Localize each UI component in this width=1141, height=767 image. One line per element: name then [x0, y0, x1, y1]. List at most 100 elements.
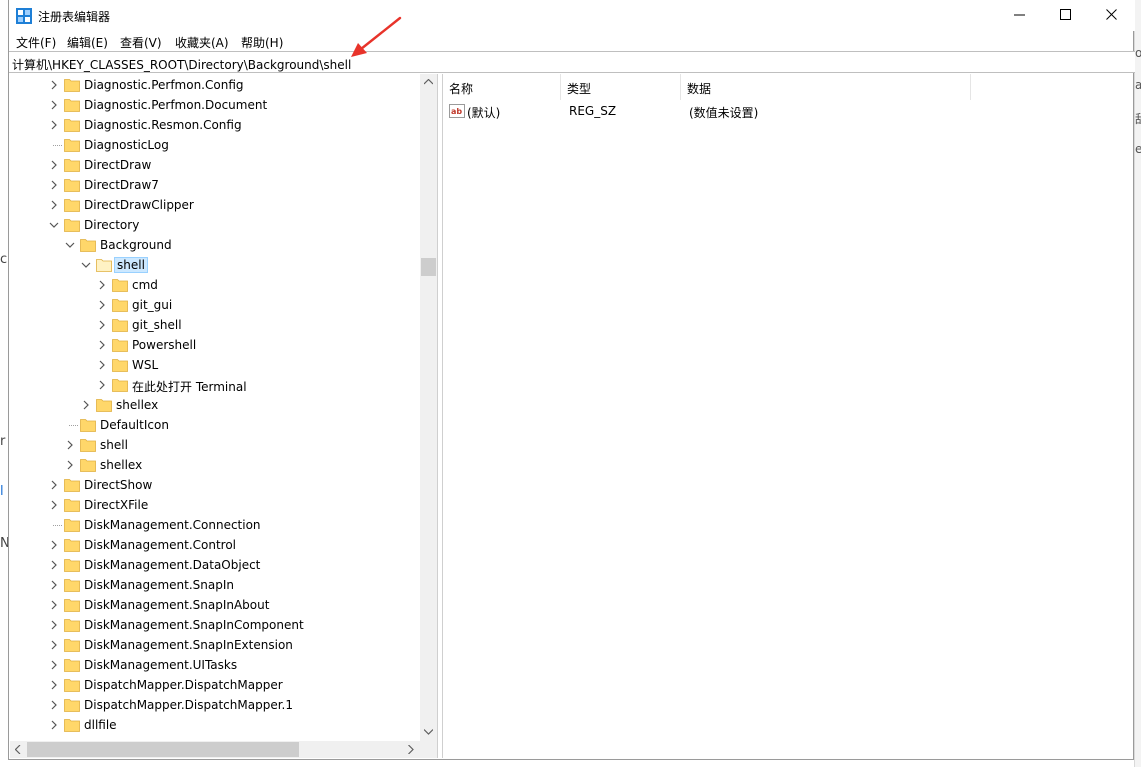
tree-item[interactable]: DiskManagement.SnapInComponent: [10, 615, 420, 635]
chevron-right-icon[interactable]: [49, 480, 59, 490]
chevron-right-icon[interactable]: [49, 120, 59, 130]
minimize-icon: [1014, 14, 1025, 16]
column-type-header[interactable]: 类型: [561, 74, 681, 100]
tree-item-label: DiagnosticLog: [84, 138, 169, 152]
menu-favorites[interactable]: 收藏夹(A): [175, 34, 229, 51]
chevron-right-icon[interactable]: [49, 180, 59, 190]
chevron-right-icon[interactable]: [81, 400, 91, 410]
tree-item[interactable]: DiskManagement.SnapIn: [10, 575, 420, 595]
chevron-right-icon[interactable]: [97, 340, 107, 350]
chevron-right-icon[interactable]: [97, 360, 107, 370]
chevron-right-icon[interactable]: [49, 540, 59, 550]
tree-item-label: DiskManagement.SnapInExtension: [84, 638, 293, 652]
tree-item[interactable]: 在此处打开 Terminal: [10, 375, 420, 395]
tree-item[interactable]: Powershell: [10, 335, 420, 355]
value-row[interactable]: ab (默认) REG_SZ (数值未设置): [443, 101, 1134, 121]
column-type-label: 类型: [567, 82, 592, 96]
tree-item[interactable]: DiagnosticLog: [10, 135, 420, 155]
tree-item[interactable]: Diagnostic.Resmon.Config: [10, 115, 420, 135]
chevron-right-icon[interactable]: [49, 560, 59, 570]
tree-vertical-scrollbar[interactable]: [420, 74, 437, 741]
minimize-button[interactable]: [997, 0, 1043, 31]
tree-item[interactable]: Diagnostic.Perfmon.Document: [10, 95, 420, 115]
tree-item[interactable]: DiskManagement.Control: [10, 535, 420, 555]
menu-view[interactable]: 查看(V): [120, 34, 162, 51]
tree-item[interactable]: git_gui: [10, 295, 420, 315]
tree-item-label: DirectShow: [84, 478, 153, 492]
folder-icon: [64, 519, 80, 532]
menu-edit[interactable]: 编辑(E): [67, 34, 108, 51]
tree-item-label: DiskManagement.Control: [84, 538, 237, 552]
tree-item[interactable]: Background: [10, 235, 420, 255]
column-data-header[interactable]: 数据: [681, 74, 971, 100]
tree-item[interactable]: DirectDraw: [10, 155, 420, 175]
tree-item[interactable]: DirectDrawClipper: [10, 195, 420, 215]
column-data-label: 数据: [687, 82, 712, 96]
chevron-right-icon[interactable]: [49, 80, 59, 90]
chevron-right-icon[interactable]: [49, 720, 59, 730]
chevron-right-icon[interactable]: [49, 160, 59, 170]
tree-item[interactable]: Diagnostic.Perfmon.Config: [10, 75, 420, 95]
tree-item[interactable]: DirectShow: [10, 475, 420, 495]
chevron-right-icon[interactable]: [49, 200, 59, 210]
chevron-right-icon[interactable]: [97, 280, 107, 290]
chevron-right-icon[interactable]: [49, 580, 59, 590]
tree-item[interactable]: dllfile: [10, 715, 420, 735]
chevron-right-icon[interactable]: [49, 100, 59, 110]
chevron-right-icon[interactable]: [49, 700, 59, 710]
tree-horizontal-scrollbar[interactable]: [10, 741, 420, 758]
tree-item[interactable]: shell: [10, 435, 420, 455]
address-path[interactable]: 计算机\HKEY_CLASSES_ROOT\Directory\Backgrou…: [12, 56, 351, 73]
chevron-right-icon[interactable]: [65, 460, 75, 470]
column-name-header[interactable]: 名称: [443, 74, 561, 100]
chevron-down-icon[interactable]: [81, 260, 91, 270]
chevron-right-icon[interactable]: [65, 440, 75, 450]
tree-item[interactable]: DispatchMapper.DispatchMapper: [10, 675, 420, 695]
chevron-right-icon[interactable]: [49, 680, 59, 690]
chevron-right-icon[interactable]: [49, 620, 59, 630]
chevron-down-icon[interactable]: [49, 220, 59, 230]
tree-item[interactable]: DefaultIcon: [10, 415, 420, 435]
chevron-right-icon[interactable]: [49, 640, 59, 650]
tree-item[interactable]: shell: [10, 255, 420, 275]
tree-item[interactable]: WSL: [10, 355, 420, 375]
tree-vscroll-thumb[interactable]: [421, 258, 436, 276]
scroll-right-icon[interactable]: [408, 745, 414, 754]
tree-item[interactable]: DiskManagement.SnapInAbout: [10, 595, 420, 615]
tree-item[interactable]: shellex: [10, 455, 420, 475]
menu-file[interactable]: 文件(F): [16, 34, 56, 51]
tree-item[interactable]: Directory: [10, 215, 420, 235]
values-pane[interactable]: 名称 类型 数据 ab (默认) REG_SZ (数值未设置): [442, 74, 1133, 758]
chevron-right-icon[interactable]: [49, 660, 59, 670]
tree-item-label: DirectDraw7: [84, 178, 159, 192]
scroll-up-icon[interactable]: [424, 79, 433, 85]
tree-item-label: DiskManagement.SnapIn: [84, 578, 234, 592]
key-tree-pane[interactable]: Diagnostic.Perfmon.Config Diagnostic.Perf…: [10, 74, 438, 758]
tree-item[interactable]: DirectXFile: [10, 495, 420, 515]
chevron-right-icon[interactable]: [49, 500, 59, 510]
address-bar[interactable]: 计算机\HKEY_CLASSES_ROOT\Directory\Backgrou…: [9, 51, 1135, 73]
tree-item[interactable]: DiskManagement.UITasks: [10, 655, 420, 675]
tree-item[interactable]: DiskManagement.Connection: [10, 515, 420, 535]
tree-item-label: Diagnostic.Perfmon.Config: [84, 78, 244, 92]
chevron-right-icon[interactable]: [97, 380, 107, 390]
tree-item[interactable]: git_shell: [10, 315, 420, 335]
chevron-down-icon[interactable]: [65, 240, 75, 250]
chevron-right-icon[interactable]: [49, 600, 59, 610]
scroll-left-icon[interactable]: [15, 745, 21, 754]
scroll-down-icon[interactable]: [424, 729, 433, 735]
tree-item[interactable]: DiskManagement.SnapInExtension: [10, 635, 420, 655]
tree-item[interactable]: shellex: [10, 395, 420, 415]
tree-item[interactable]: DirectDraw7: [10, 175, 420, 195]
close-button[interactable]: [1089, 0, 1135, 31]
folder-icon: [64, 119, 80, 132]
tree-hscroll-thumb[interactable]: [27, 742, 299, 757]
maximize-button[interactable]: [1043, 0, 1089, 31]
chevron-right-icon[interactable]: [97, 320, 107, 330]
tree-item-label: 在此处打开 Terminal: [132, 380, 247, 394]
menu-help[interactable]: 帮助(H): [241, 34, 283, 51]
tree-item[interactable]: cmd: [10, 275, 420, 295]
chevron-right-icon[interactable]: [97, 300, 107, 310]
tree-item[interactable]: DispatchMapper.DispatchMapper.1: [10, 695, 420, 715]
tree-item[interactable]: DiskManagement.DataObject: [10, 555, 420, 575]
